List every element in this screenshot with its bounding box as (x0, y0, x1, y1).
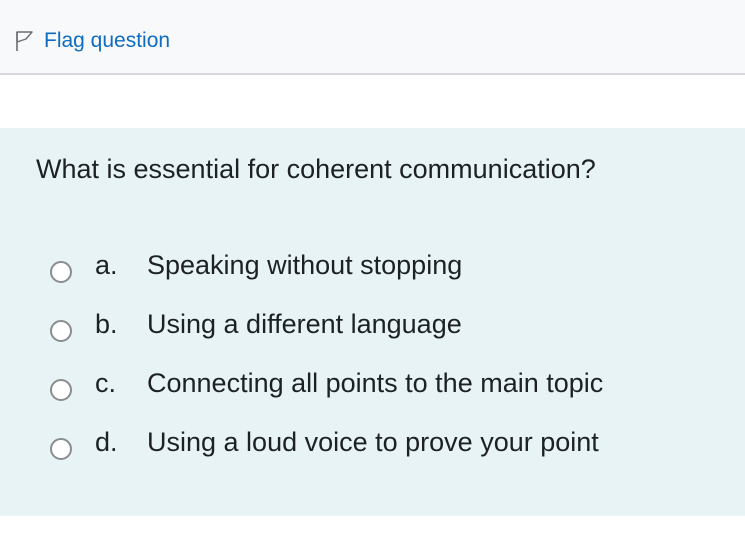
answer-option-b[interactable]: b. Using a different language (50, 305, 462, 364)
answer-d-letter: d. (95, 427, 118, 457)
answer-b-radio[interactable] (50, 320, 72, 342)
answer-options: a. Speaking without stopping b. Using a … (50, 246, 603, 482)
flag-question-label: Flag question (44, 29, 171, 52)
answer-d-text: Using a loud voice to prove your point (147, 427, 599, 457)
flag-question-link[interactable]: Flag question (14, 29, 170, 53)
answer-a-text: Speaking without stopping (147, 250, 463, 280)
flag-icon (14, 30, 34, 52)
answer-d-radio[interactable] (50, 438, 72, 460)
answer-c-letter: c. (95, 368, 117, 398)
answer-a-radio[interactable] (50, 261, 72, 283)
answer-c-text: Connecting all points to the main topic (147, 368, 604, 398)
answer-option-c[interactable]: c. Connecting all points to the main top… (50, 364, 603, 423)
question-info-panel: Flag question (0, 0, 745, 75)
question-text: What is essential for coherent communica… (36, 154, 596, 184)
answer-c-radio[interactable] (50, 379, 72, 401)
question-content: What is essential for coherent communica… (0, 128, 745, 516)
answer-option-a[interactable]: a. Speaking without stopping (50, 246, 462, 305)
answer-option-d[interactable]: d. Using a loud voice to prove your poin… (50, 423, 599, 482)
answer-b-text: Using a different language (147, 309, 462, 339)
answer-a-letter: a. (95, 250, 118, 280)
answer-b-letter: b. (95, 309, 118, 339)
